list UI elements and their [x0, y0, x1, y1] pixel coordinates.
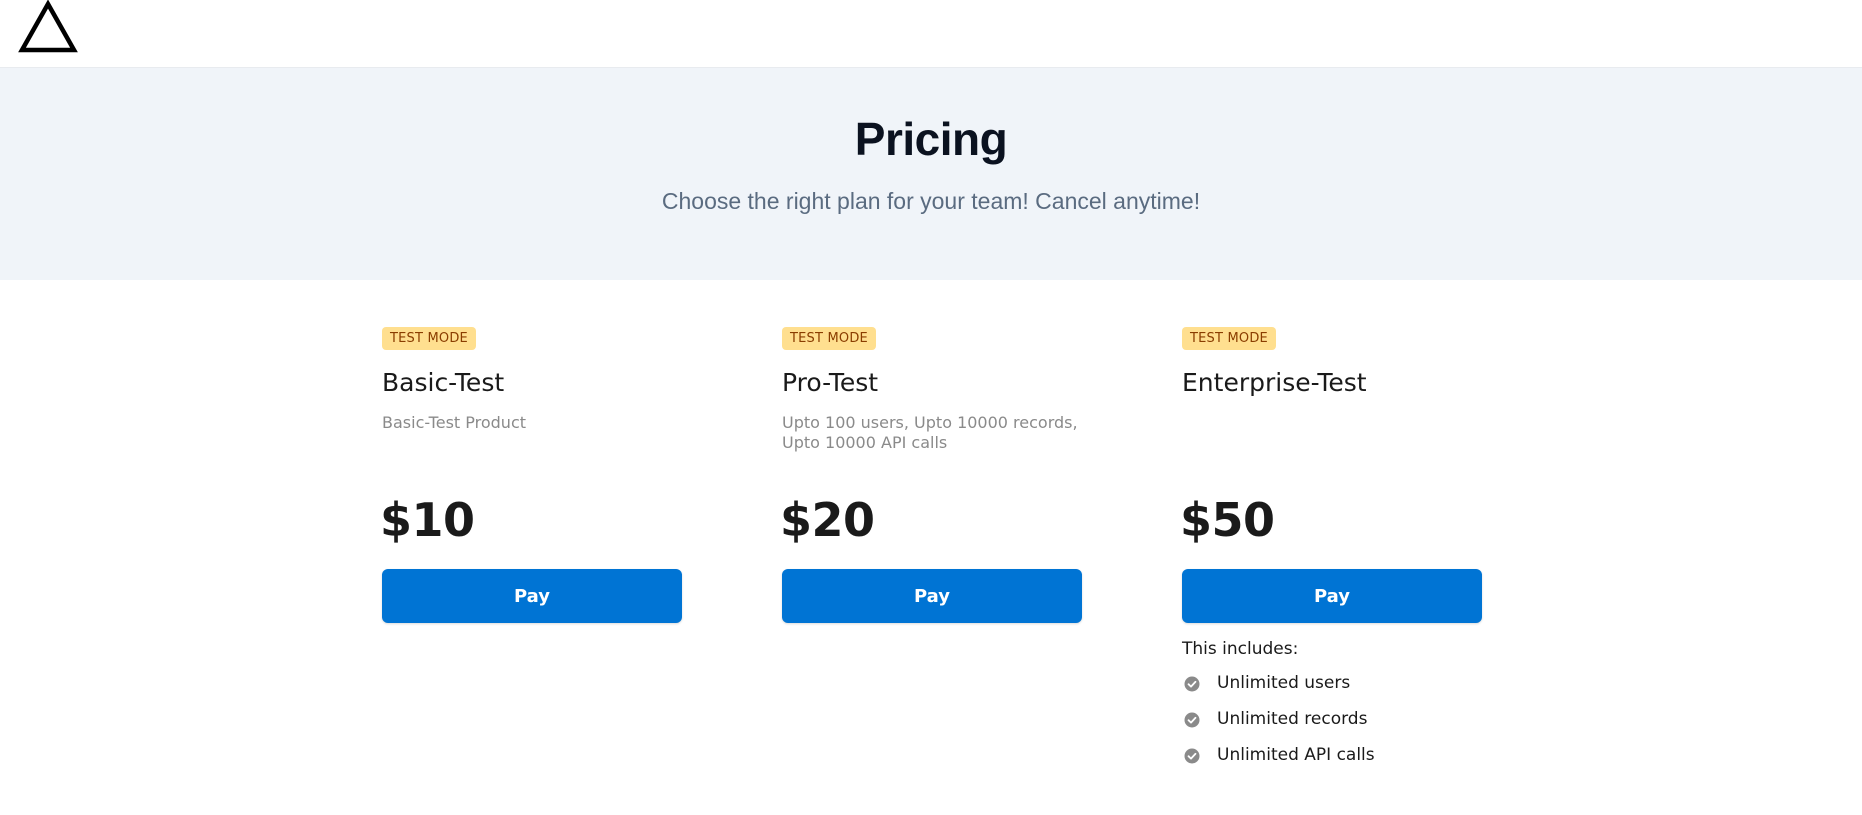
page-title: Pricing	[854, 113, 1008, 165]
pay-button-enterprise[interactable]: Pay	[1182, 569, 1482, 623]
feature-item: Unlimited records	[1182, 701, 1482, 737]
feature-label: Unlimited users	[1217, 673, 1351, 693]
plan-name: Pro-Test	[782, 368, 879, 397]
plan-description: Upto 100 users, Upto 10000 records, Upto…	[782, 413, 1078, 452]
includes-label: This includes:	[1182, 639, 1299, 659]
check-circle-icon	[1184, 712, 1200, 728]
pay-button-basic[interactable]: Pay	[382, 569, 682, 623]
feature-item: Unlimited API calls	[1182, 737, 1482, 773]
test-mode-badge: TEST MODE	[382, 327, 476, 350]
plan-name: Enterprise-Test	[1182, 368, 1367, 397]
feature-label: Unlimited records	[1217, 709, 1368, 729]
test-mode-badge: TEST MODE	[1182, 327, 1276, 350]
pay-button-pro[interactable]: Pay	[782, 569, 1082, 623]
plan-features: This includes: Unlimited users Unlimited…	[1182, 639, 1482, 773]
check-circle-icon	[1184, 676, 1200, 692]
plans-grid: TEST MODE Basic-Test Basic-Test Product …	[380, 327, 1482, 787]
page-subtitle: Choose the right plan for your team! Can…	[661, 188, 1201, 214]
plan-price: $10	[380, 493, 475, 547]
plan-price: $50	[1180, 493, 1275, 547]
feature-label: Unlimited API calls	[1217, 745, 1375, 765]
top-navbar	[0, 0, 1862, 68]
feature-item: Unlimited users	[1182, 665, 1482, 701]
test-mode-badge: TEST MODE	[782, 327, 876, 350]
triangle-logo-icon[interactable]	[18, 0, 78, 54]
pricing-hero: Pricing Choose the right plan for your t…	[0, 68, 1862, 280]
plan-name: Basic-Test	[382, 368, 505, 397]
plan-description: Basic-Test Product	[382, 413, 527, 432]
plan-price: $20	[780, 493, 875, 547]
check-circle-icon	[1184, 748, 1200, 764]
